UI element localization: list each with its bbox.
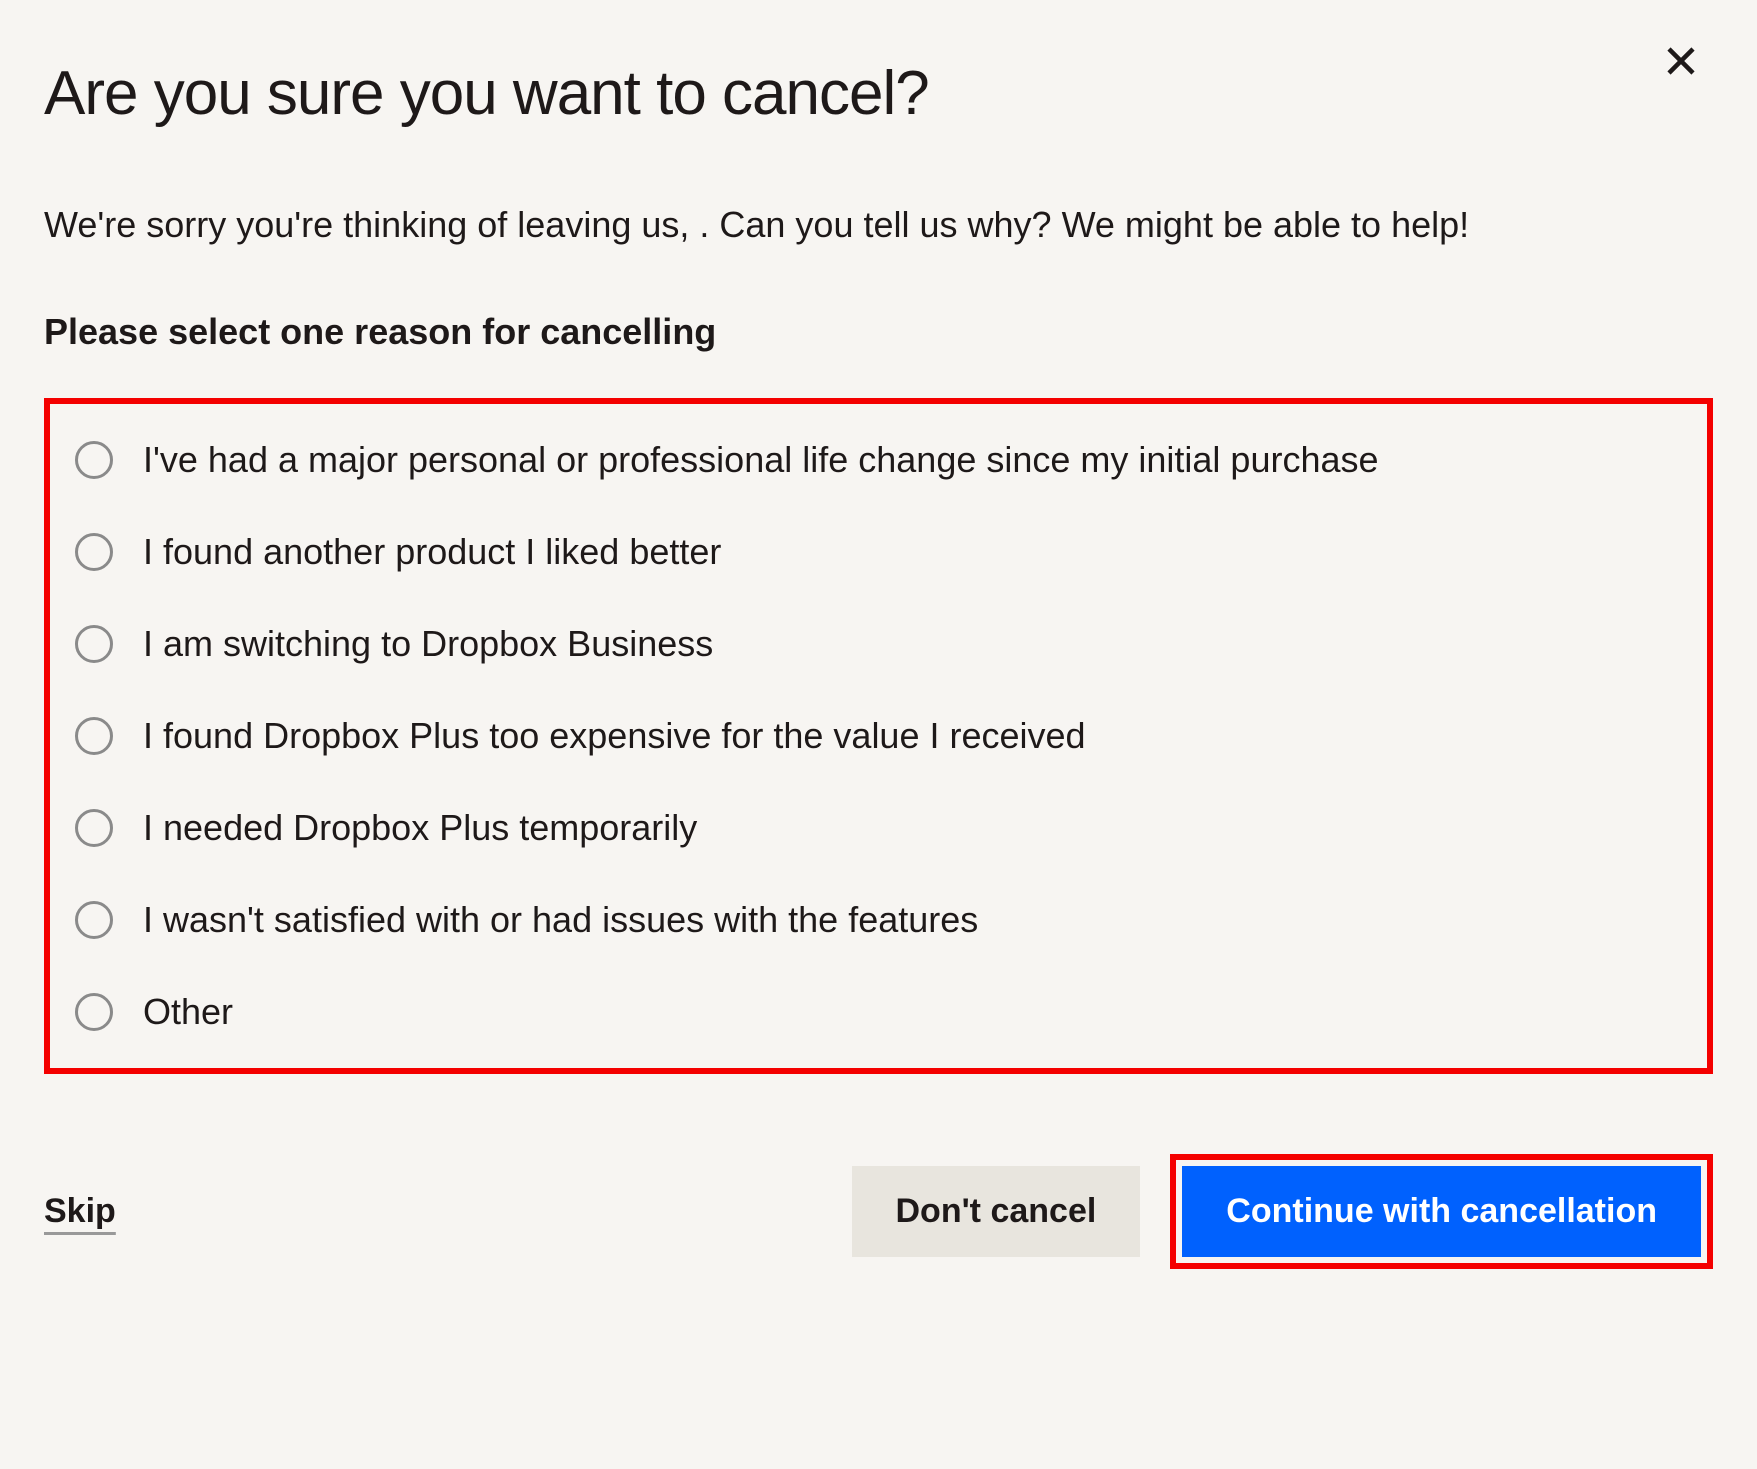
reason-label: I found Dropbox Plus too expensive for t… (143, 715, 1086, 757)
radio-icon (75, 901, 113, 939)
reason-option-not-satisfied[interactable]: I wasn't satisfied with or had issues wi… (75, 899, 1682, 941)
radio-icon (75, 717, 113, 755)
reason-option-temporary[interactable]: I needed Dropbox Plus temporarily (75, 807, 1682, 849)
reason-label: I needed Dropbox Plus temporarily (143, 807, 697, 849)
dont-cancel-button[interactable]: Don't cancel (852, 1166, 1141, 1257)
reason-label: I've had a major personal or professiona… (143, 439, 1379, 481)
radio-icon (75, 625, 113, 663)
close-button[interactable] (1655, 35, 1707, 90)
reason-label: I wasn't satisfied with or had issues wi… (143, 899, 978, 941)
dialog-subtitle: We're sorry you're thinking of leaving u… (44, 199, 1644, 251)
close-icon (1663, 43, 1699, 79)
radio-icon (75, 441, 113, 479)
reason-label: I found another product I liked better (143, 531, 721, 573)
radio-icon (75, 993, 113, 1031)
footer-actions: Don't cancel Continue with cancellation (852, 1154, 1714, 1269)
continue-cancellation-button[interactable]: Continue with cancellation (1182, 1166, 1701, 1257)
reason-prompt-label: Please select one reason for cancelling (44, 311, 1713, 353)
continue-highlight: Continue with cancellation (1170, 1154, 1713, 1269)
reason-option-too-expensive[interactable]: I found Dropbox Plus too expensive for t… (75, 715, 1682, 757)
reason-option-other[interactable]: Other (75, 991, 1682, 1033)
dialog-title: Are you sure you want to cancel? (44, 58, 1713, 129)
reasons-list: I've had a major personal or professiona… (44, 398, 1713, 1074)
reason-option-life-change[interactable]: I've had a major personal or professiona… (75, 439, 1682, 481)
reason-label: Other (143, 991, 233, 1033)
skip-button[interactable]: Skip (44, 1192, 116, 1231)
radio-icon (75, 533, 113, 571)
reason-option-switch-business[interactable]: I am switching to Dropbox Business (75, 623, 1682, 665)
radio-icon (75, 809, 113, 847)
reason-option-found-another[interactable]: I found another product I liked better (75, 531, 1682, 573)
dialog-footer: Skip Don't cancel Continue with cancella… (44, 1154, 1713, 1269)
reason-label: I am switching to Dropbox Business (143, 623, 713, 665)
